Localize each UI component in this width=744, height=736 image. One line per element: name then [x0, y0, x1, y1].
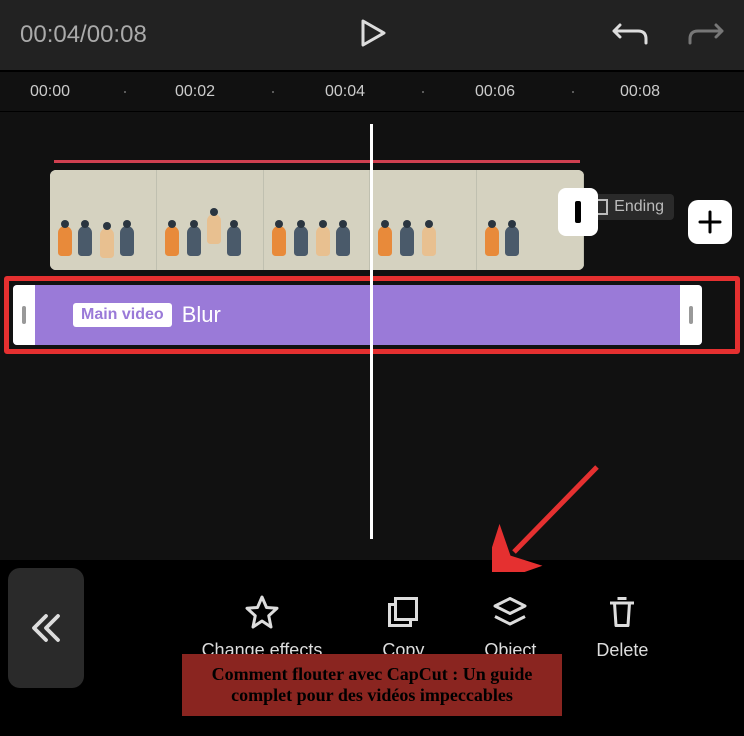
video-marker-line	[54, 160, 580, 163]
play-icon	[354, 15, 390, 51]
tool-items: Change effects Copy Object Delete	[114, 594, 736, 662]
undo-icon	[612, 19, 648, 47]
ruler-mark: 00:06	[475, 83, 515, 101]
undo-redo-group	[612, 19, 724, 52]
star-icon	[244, 594, 280, 630]
tool-copy[interactable]: Copy	[382, 594, 424, 662]
video-track[interactable]	[50, 170, 584, 270]
video-thumbnail	[370, 170, 477, 270]
chevron-double-left-icon	[28, 610, 64, 646]
add-clip-button[interactable]	[688, 200, 732, 244]
trash-icon	[604, 594, 640, 630]
playhead[interactable]	[370, 124, 373, 539]
redo-icon	[688, 19, 724, 47]
top-bar: 00:04/00:08	[0, 0, 744, 72]
ruler-mark: 00:00	[30, 83, 70, 101]
ruler-dot: ·	[270, 81, 276, 102]
effect-handle-left[interactable]	[13, 285, 35, 345]
timeline-ruler[interactable]: 00:00 · 00:02 · 00:04 · 00:06 · 00:08	[0, 72, 744, 112]
effect-badge: Main video	[73, 303, 172, 327]
ruler-mark: 00:02	[175, 83, 215, 101]
time-display: 00:04/00:08	[20, 21, 147, 49]
effect-handle-right[interactable]	[680, 285, 702, 345]
video-thumbnail	[157, 170, 264, 270]
tool-object[interactable]: Object	[484, 594, 536, 662]
undo-button[interactable]	[612, 19, 648, 52]
play-button[interactable]	[354, 15, 390, 56]
tool-label: Delete	[596, 640, 648, 661]
video-clip[interactable]	[50, 170, 584, 270]
ruler-mark: 00:08	[620, 83, 660, 101]
redo-button[interactable]	[688, 19, 724, 52]
collapse-button[interactable]	[8, 568, 84, 688]
ruler-mark: 00:04	[325, 83, 365, 101]
ruler-dot: ·	[570, 81, 576, 102]
ruler-dot: ·	[420, 81, 426, 102]
video-thumbnail	[264, 170, 371, 270]
split-handle[interactable]	[558, 188, 598, 236]
timeline-area[interactable]: Ending Main video Blur	[0, 112, 744, 560]
ending-label: Ending	[614, 198, 664, 216]
ruler-dot: ·	[122, 81, 128, 102]
effect-name: Blur	[182, 302, 221, 328]
effect-track[interactable]: Main video Blur	[13, 285, 702, 345]
video-thumbnail	[50, 170, 157, 270]
plus-icon	[697, 209, 723, 235]
layers-icon	[492, 594, 528, 630]
tool-delete[interactable]: Delete	[596, 594, 648, 662]
tutorial-caption: Comment flouter avec CapCut : Un guide c…	[182, 654, 562, 716]
tool-change-effects[interactable]: Change effects	[202, 594, 323, 662]
copy-icon	[385, 594, 421, 630]
